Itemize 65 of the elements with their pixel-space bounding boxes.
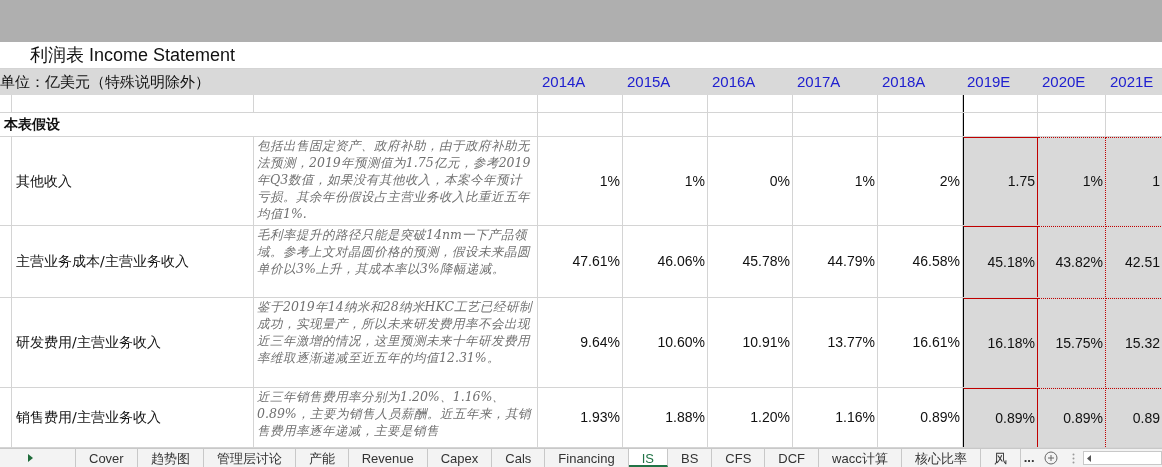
sheet-tab[interactable]: Revenue: [348, 449, 428, 467]
sheet-tab[interactable]: 管理层讨论: [203, 449, 296, 467]
unit-label: 单位：亿美元（特殊说明除外）: [0, 71, 211, 93]
year-header: 2018A: [881, 71, 927, 92]
sheet-tab[interactable]: 核心比率: [901, 449, 981, 467]
row-label: 主营业务成本/主营业务收入: [15, 252, 189, 271]
value-cell: 47.61%: [538, 226, 623, 297]
value-cell: 1%: [1038, 137, 1106, 225]
value-cell: 1%: [538, 137, 623, 225]
sheet-title: 利润表 Income Statement: [29, 43, 236, 67]
value-cell: 0.89%: [1038, 388, 1106, 447]
add-sheet-icon[interactable]: [1043, 451, 1058, 465]
value-cell: 44.79%: [793, 226, 878, 297]
sheet-tab[interactable]: wacc计算: [819, 449, 902, 467]
horizontal-scrollbar[interactable]: [1082, 451, 1162, 465]
value-cell: 1.20%: [708, 388, 793, 447]
sheet-tab[interactable]: CFS: [712, 449, 766, 467]
value-cell: 1.75: [963, 137, 1038, 225]
row-label: 销售费用/主营业务收入: [15, 408, 161, 427]
sheet-tab[interactable]: BS: [668, 449, 713, 467]
value-cell: 1.16%: [793, 388, 878, 447]
value-cell: 15.75%: [1038, 298, 1106, 387]
value-cell: 42.51: [1106, 226, 1162, 297]
more-options-icon[interactable]: [1071, 452, 1075, 464]
value-cell: 46.06%: [623, 226, 708, 297]
section-heading: 本表假设: [3, 115, 60, 134]
value-cell: 1%: [793, 137, 878, 225]
row-label: 研发费用/主营业务收入: [15, 333, 161, 352]
value-cell: 43.82%: [1038, 226, 1106, 297]
value-cell: 10.91%: [708, 298, 793, 387]
sheet-tab[interactable]: Cals: [492, 449, 546, 467]
scroll-right-icon[interactable]: [28, 454, 33, 462]
sheet-tab[interactable]: 风: [980, 449, 1021, 467]
year-header: 2017A: [796, 71, 842, 92]
value-cell: 10.60%: [623, 298, 708, 387]
value-cell: 13.77%: [793, 298, 878, 387]
row-label: 其他收入: [15, 171, 72, 191]
value-cell: 16.18%: [963, 298, 1038, 387]
sheet-tab[interactable]: DCF: [765, 449, 820, 467]
value-cell: 1%: [623, 137, 708, 225]
sheet-tab[interactable]: Cover: [76, 449, 138, 467]
assumption-note: 近三年销售费用率分别为1.20%、1.16%、0.89%，主要为销售人员薪酬。近五年来，其销售费用率逐年递减，主要是销售: [257, 388, 533, 439]
value-cell: 0.89: [1106, 388, 1162, 447]
scroll-left-icon[interactable]: [1086, 454, 1091, 462]
year-header: 2016A: [711, 71, 757, 92]
sheet-tab[interactable]: Financing: [545, 449, 629, 467]
assumption-note: 毛利率提升的路径只能是突破14nm一下产品领域。参考上文对晶圆价格的预测，假设未来晶圆单价以3%上升，其成本率以3%降幅递减。: [257, 226, 532, 277]
year-header: 2015A: [626, 71, 672, 92]
value-cell: 0%: [708, 137, 793, 225]
value-cell: 15.32: [1106, 298, 1162, 387]
assumption-note: 鉴于2019年14纳米和28纳米HKC工艺已经研制成功，实现量产，所以未来研发费用率不会出现近三年激增的情况，这里预测未来十年研发费用率维取逐渐递减至近五年的均值12.31%。: [257, 298, 534, 366]
value-cell: 45.18%: [963, 226, 1038, 297]
value-cell: 1.88%: [623, 388, 708, 447]
value-cell: 1: [1106, 137, 1162, 225]
sheet-tab[interactable]: 产能: [295, 449, 349, 467]
more-tabs[interactable]: ...: [1020, 448, 1038, 467]
value-cell: 1.93%: [538, 388, 623, 447]
sheet-tab[interactable]: Capex: [427, 449, 493, 467]
value-cell: 9.64%: [538, 298, 623, 387]
value-cell: 45.78%: [708, 226, 793, 297]
sheet-tab[interactable]: 趋势图: [137, 449, 204, 467]
value-cell: 0.89%: [963, 388, 1038, 447]
sheet-tab[interactable]: IS: [628, 449, 668, 467]
assumption-note: 包括出售固定资产、政府补助，由于政府补助无法预测，2019年预测值为1.75亿元，参考2019年Q3数值，如果没有其他收入，本案今年预计亏损。其余年份假设占主营业务收入比重近五年均值1%.: [257, 137, 532, 222]
year-header: 2014A: [541, 71, 587, 92]
